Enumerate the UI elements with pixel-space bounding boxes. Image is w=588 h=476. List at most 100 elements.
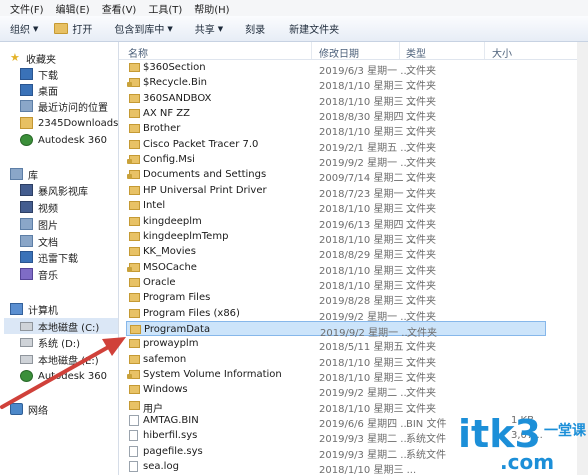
folder-icon xyxy=(127,370,140,379)
folder-icon xyxy=(129,231,140,241)
folder-icon xyxy=(129,339,140,349)
share-button[interactable]: 共享 ▼ xyxy=(194,21,224,37)
burn-label: 刻录 xyxy=(245,25,266,36)
file-name: sea.log xyxy=(143,461,179,473)
video-library-icon xyxy=(20,184,33,196)
share-label: 共享 xyxy=(194,25,215,36)
file-row[interactable]: safemon 2018/1/10 星期三 ... 文件夹 xyxy=(119,352,588,369)
file-row[interactable]: Oracle 2018/1/10 星期三 ... 文件夹 xyxy=(119,275,588,292)
column-divider[interactable] xyxy=(399,42,400,59)
file-row[interactable]: $360Section 2019/6/3 星期一 ... 文件夹 xyxy=(119,60,588,77)
file-row[interactable]: Program Files (x86) 2019/9/2 星期一 ... 文件夹 xyxy=(119,306,588,323)
xunlei-icon xyxy=(20,251,33,263)
file-row[interactable]: MSOCache 2018/1/10 星期三 ... 文件夹 xyxy=(119,260,588,277)
file-name: kingdeeplmTemp xyxy=(143,230,229,242)
open-button[interactable]: 打开 xyxy=(54,21,92,36)
file-row[interactable]: Brother 2018/1/10 星期三 ... 文件夹 xyxy=(119,121,588,138)
folder-icon xyxy=(129,109,140,119)
file-row[interactable]: Program Files 2019/8/28 星期三 ... 文件夹 xyxy=(119,290,588,307)
file-name: prowayplm xyxy=(143,338,199,350)
file-row[interactable]: Cisco Packet Tracer 7.0 2019/2/1 星期五 ... 文… xyxy=(119,137,588,154)
file-name: hiberfil.sys xyxy=(143,430,198,442)
folder-icon xyxy=(129,385,140,395)
nav-favorites[interactable]: ★ 收藏夹 xyxy=(10,50,128,66)
nav-item-label: 下载 xyxy=(38,70,58,82)
download-icon xyxy=(20,68,33,80)
file-row[interactable]: AX NF ZZ 2018/8/30 星期四 ... 文件夹 xyxy=(119,106,588,123)
file-name: Windows xyxy=(143,384,188,396)
organize-button[interactable]: 组织 ▼ xyxy=(10,21,38,37)
column-date[interactable]: 修改日期 xyxy=(319,45,359,60)
file-row[interactable]: Config.Msi 2019/9/2 星期一 ... 文件夹 xyxy=(119,152,588,169)
chevron-down-icon: ▼ xyxy=(167,24,173,33)
file-row[interactable]: ProgramData 2019/9/2 星期一 ... 文件夹 xyxy=(126,320,546,339)
folder-icon xyxy=(129,277,140,287)
file-row[interactable]: KK_Movies 2018/8/29 星期三 ... 文件夹 xyxy=(119,244,588,261)
open-folder-icon xyxy=(54,23,69,34)
file-icon xyxy=(129,445,138,457)
nav-network-label: 网络 xyxy=(28,405,48,417)
file-row[interactable]: System Volume Information 2018/1/10 星期三 .… xyxy=(119,367,588,384)
chevron-down-icon: ▼ xyxy=(217,24,224,33)
nav-network[interactable]: 网络 xyxy=(10,401,128,417)
open-label: 打开 xyxy=(72,25,93,36)
file-name: kingdeeplm xyxy=(143,215,202,227)
file-row[interactable]: HP Universal Print Driver 2018/7/23 星期一 .… xyxy=(119,183,588,200)
nav-item-label: 系统 (D:) xyxy=(38,338,81,350)
nav-item-label: 迅雷下载 xyxy=(38,253,78,265)
watermark-logo: itk3 一堂课 .com xyxy=(458,412,587,474)
file-row[interactable]: kingdeeplmTemp 2018/1/10 星期三 ... 文件夹 xyxy=(119,229,588,246)
drive-icon xyxy=(20,337,33,347)
new-folder-button[interactable]: 新建文件夹 xyxy=(289,21,339,36)
folder-icon xyxy=(129,400,140,410)
file-name: Config.Msi xyxy=(143,154,195,166)
include-in-library-button[interactable]: 包含到库中 ▼ xyxy=(114,21,173,37)
file-row[interactable]: Documents and Settings 2009/7/14 星期二 ... 文… xyxy=(119,167,588,184)
watermark-com: .com xyxy=(500,450,554,474)
library-icon xyxy=(10,168,23,180)
nav-item-label: 2345Downloads xyxy=(38,117,119,129)
file-name: safemon xyxy=(143,353,187,365)
column-name[interactable]: 名称 xyxy=(128,45,148,60)
file-name: AX NF ZZ xyxy=(143,108,190,120)
command-bar: 组织 ▼ 打开 包含到库中 ▼ 共享 ▼ 刻录 新建文件夹 xyxy=(0,16,588,42)
star-icon: ★ xyxy=(10,51,20,64)
autodesk-icon xyxy=(20,134,33,146)
nav-libraries[interactable]: 库 xyxy=(10,166,128,182)
desktop-icon xyxy=(20,84,33,96)
nav-computer[interactable]: 计算机 xyxy=(10,301,128,317)
file-date: 2018/1/10 星期三 ... xyxy=(319,465,417,476)
menu-view[interactable]: 查看(V) xyxy=(102,1,137,16)
file-row[interactable]: kingdeeplm 2019/6/13 星期四 ... 文件夹 xyxy=(119,214,588,231)
folder-icon xyxy=(127,78,140,88)
folder-icon xyxy=(129,293,140,303)
menu-edit[interactable]: 编辑(E) xyxy=(56,1,90,16)
file-name: AMTAG.BIN xyxy=(143,415,199,427)
menu-help[interactable]: 帮助(H) xyxy=(194,1,229,16)
include-label: 包含到库中 xyxy=(114,25,165,36)
nav-item-label: Autodesk 360 xyxy=(38,134,107,146)
pictures-icon xyxy=(20,218,33,230)
menu-tools[interactable]: 工具(T) xyxy=(148,1,182,16)
nav-item-drive-c[interactable]: 本地磁盘 (C:) xyxy=(4,318,118,334)
nav-computer-label: 计算机 xyxy=(28,305,58,317)
folder-icon xyxy=(129,93,140,103)
column-divider[interactable] xyxy=(484,42,485,59)
file-name: KK_Movies xyxy=(143,246,196,258)
file-row[interactable]: Intel 2018/1/10 星期三 ... 文件夹 xyxy=(119,198,588,215)
nav-item-label: 最近访问的位置 xyxy=(38,102,108,114)
burn-button[interactable]: 刻录 xyxy=(245,21,265,36)
file-row[interactable]: Windows 2019/9/2 星期二 ... 文件夹 xyxy=(119,382,588,399)
file-row[interactable]: 360SANDBOX 2018/1/10 星期三 ... 文件夹 xyxy=(119,91,588,108)
nav-favorites-label: 收藏夹 xyxy=(26,54,56,66)
file-name: 360SANDBOX xyxy=(143,92,212,104)
column-size[interactable]: 大小 xyxy=(492,45,512,60)
column-divider[interactable] xyxy=(311,42,312,59)
nav-libraries-label: 库 xyxy=(28,170,38,182)
file-name: $Recycle.Bin xyxy=(143,77,208,89)
nav-item-label: 本地磁盘 (C:) xyxy=(38,322,100,334)
file-row[interactable]: $Recycle.Bin 2018/1/10 星期三 ... 文件夹 xyxy=(119,75,588,92)
column-type[interactable]: 类型 xyxy=(406,45,426,60)
menu-file[interactable]: 文件(F) xyxy=(10,1,44,16)
file-row[interactable]: prowayplm 2018/5/11 星期五 ... 文件夹 xyxy=(119,336,588,353)
